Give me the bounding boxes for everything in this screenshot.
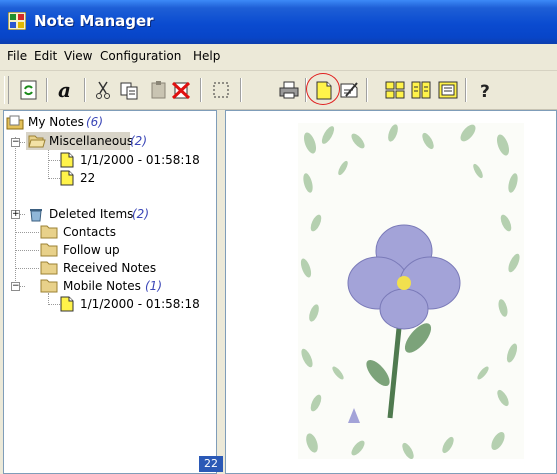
title-bar: Note Manager [0,0,557,44]
highlight-ring [306,73,340,105]
expander-miscellaneous[interactable]: − [11,138,20,147]
folder-icon [40,279,58,293]
tree-item-contacts[interactable]: Contacts [40,223,160,241]
notes-root-icon [6,115,24,130]
cascade-icon[interactable] [410,79,432,101]
note-icon [60,296,74,312]
tree-item-received-notes[interactable]: Received Notes [40,259,190,277]
menu-bar: File Edit View Configuration Help [0,44,557,71]
tree-item-note[interactable]: 1/1/2000 - 01:58:18 [60,151,210,169]
tree-item-miscellaneous[interactable]: Miscellaneous (2) [26,132,147,150]
copy-icon[interactable] [118,79,140,101]
folder-icon [40,225,58,239]
select-icon[interactable] [210,79,232,101]
note-caption: 22 [199,456,223,472]
menu-help[interactable]: Help [193,49,220,63]
folder-tree: My Notes (6) − Miscellaneous (2) 1/1/200… [3,110,217,474]
recycle-bin-icon [30,209,42,222]
help-icon[interactable]: ? [474,79,496,101]
paste-icon[interactable] [148,79,170,101]
expander-mobile-notes[interactable]: − [11,282,20,291]
svg-text:a: a [58,79,71,101]
menu-file[interactable]: File [7,49,27,63]
toolbar-grip[interactable] [4,76,9,104]
menu-configuration[interactable]: Configuration [100,49,181,63]
tree-item-note[interactable]: 22 [60,169,120,187]
font-icon[interactable]: a [55,79,77,101]
tree-item-mobile-notes[interactable]: Mobile Notes (1) [26,277,186,295]
folder-icon [40,261,58,275]
edit-note-icon[interactable] [338,79,360,101]
folder-icon [40,243,58,257]
tree-item-follow-up[interactable]: Follow up [40,241,160,259]
svg-text:?: ? [480,82,490,101]
note-icon [60,170,74,186]
tree-item-note[interactable]: 1/1/2000 - 01:58:18 [60,295,210,313]
menu-edit[interactable]: Edit [34,49,57,63]
note-drawing [298,123,524,459]
note-preview-pane [225,110,557,474]
refresh-icon[interactable] [18,79,40,101]
toolbar: a ? [0,71,557,110]
window-title: Note Manager [34,12,154,30]
single-view-icon[interactable] [437,79,459,101]
tile-icon[interactable] [384,79,406,101]
note-icon [60,152,74,168]
cut-icon[interactable] [92,79,114,101]
app-icon [8,12,26,30]
menu-view[interactable]: View [64,49,92,63]
open-folder-icon [28,135,46,148]
tree-item-deleted-items[interactable]: Deleted Items (2) [26,205,186,223]
tree-root[interactable]: My Notes (6) [6,113,206,131]
delete-icon[interactable] [170,79,192,101]
print-icon[interactable] [278,79,300,101]
pane-splitter[interactable] [217,110,225,474]
expander-deleted-items[interactable]: + [11,210,20,219]
